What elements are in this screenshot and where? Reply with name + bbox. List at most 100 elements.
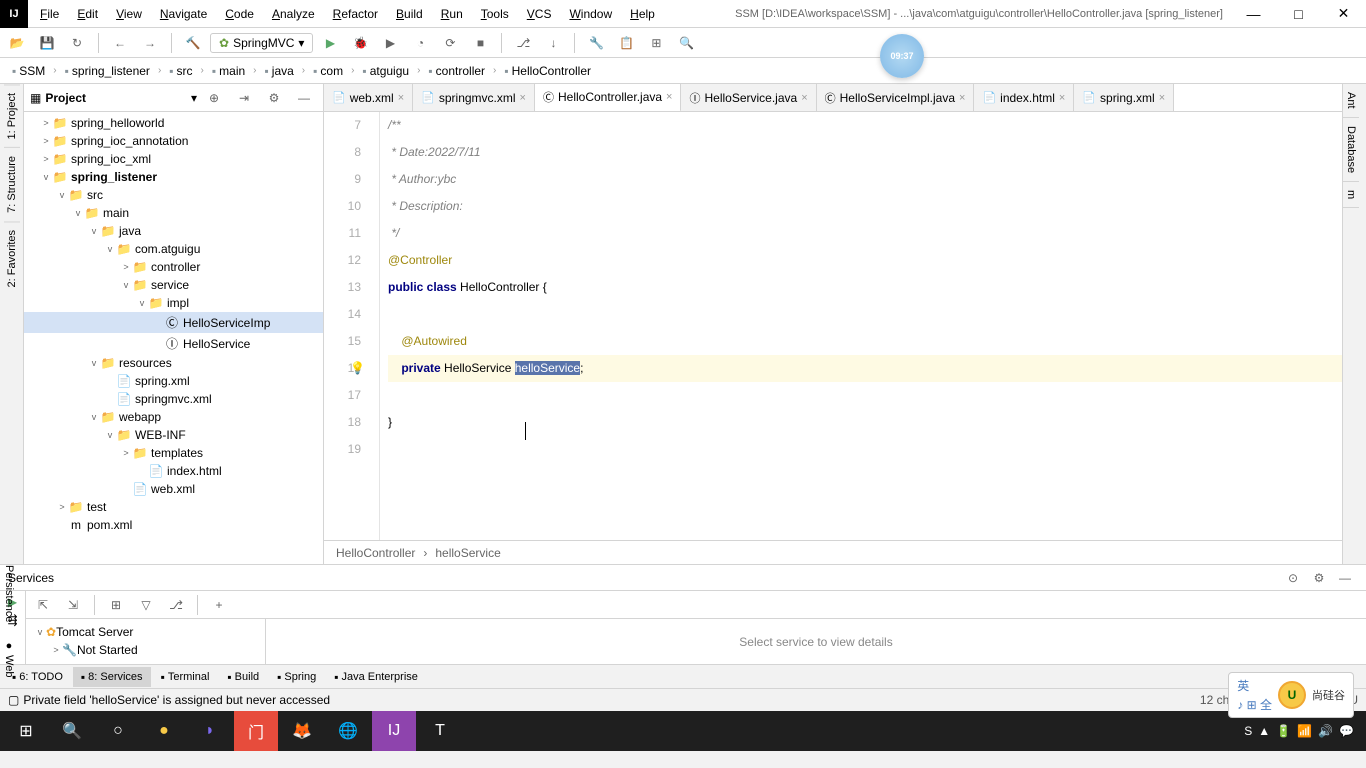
back-icon[interactable]: ← (107, 30, 133, 56)
save-icon[interactable]: 💾 (34, 30, 60, 56)
rail-tab[interactable]: Database (1343, 118, 1359, 182)
maximize-button[interactable]: □ (1276, 0, 1321, 28)
tray-icon[interactable]: S (1244, 724, 1252, 738)
app-icon[interactable]: 门 (234, 711, 278, 751)
breadcrumb-item[interactable]: helloService (435, 546, 500, 560)
locate-icon[interactable]: ⊕ (201, 85, 227, 111)
menu-analyze[interactable]: Analyze (264, 3, 323, 25)
project-tree[interactable]: >📁spring_helloworld>📁spring_ioc_annotati… (24, 112, 323, 564)
app-icon[interactable]: ● (142, 711, 186, 751)
nav-item[interactable]: ▪ main (208, 62, 249, 80)
status-icon[interactable]: ▢ (8, 693, 19, 707)
minimize-icon[interactable]: — (1332, 565, 1358, 591)
tree-item[interactable]: >📁templates (24, 444, 323, 462)
rail-tab[interactable]: Ant (1343, 84, 1359, 118)
nav-item[interactable]: ▪ src (165, 62, 196, 80)
tree-item[interactable]: v📁main (24, 204, 323, 222)
menu-code[interactable]: Code (217, 3, 262, 25)
attach-icon[interactable]: ⟳ (437, 30, 463, 56)
bottom-tab[interactable]: ▪ Build (219, 667, 267, 687)
menu-build[interactable]: Build (388, 3, 431, 25)
group-icon[interactable]: ⊞ (103, 592, 129, 618)
editor-tab[interactable]: 📄web.xml× (324, 84, 413, 112)
tree-item[interactable]: v📁com.atguigu (24, 240, 323, 258)
tree-item[interactable]: v📁spring_listener (24, 168, 323, 186)
tree-item[interactable]: ⒾHelloService (24, 333, 323, 354)
tray-icon[interactable]: 🔊 (1318, 724, 1333, 738)
nav-item[interactable]: ▪ controller (424, 62, 489, 80)
menu-file[interactable]: File (32, 3, 67, 25)
nav-item[interactable]: ▪ HelloController (500, 62, 595, 80)
menu-navigate[interactable]: Navigate (152, 3, 215, 25)
stop-icon[interactable]: ■ (467, 30, 493, 56)
system-tray[interactable]: S ▲ 🔋 📶 🔊 💬 (1244, 724, 1362, 738)
tree-item[interactable]: >📁spring_ioc_xml (24, 150, 323, 168)
bottom-tab[interactable]: ▪ Spring (269, 667, 324, 687)
structure-icon[interactable]: 📋 (613, 30, 639, 56)
tree-item[interactable]: mpom.xml (24, 516, 323, 534)
hide-icon[interactable]: — (291, 85, 317, 111)
tree-item[interactable]: ⒸHelloServiceImp (24, 312, 323, 333)
run-config-select[interactable]: ✿ SpringMVC ▾ (210, 33, 313, 53)
tree-item[interactable]: v📁src (24, 186, 323, 204)
menu-run[interactable]: Run (433, 3, 471, 25)
tree-item[interactable]: >📁test (24, 498, 323, 516)
hammer-icon[interactable]: 🔨 (180, 30, 206, 56)
split-icon[interactable]: ⊞ (643, 30, 669, 56)
lightbulb-icon[interactable]: 💡 (350, 355, 365, 382)
tree-item[interactable]: 📄index.html (24, 462, 323, 480)
tree-item[interactable]: v📁webapp (24, 408, 323, 426)
menu-edit[interactable]: Edit (69, 3, 106, 25)
settings-icon[interactable]: 🔧 (583, 30, 609, 56)
breadcrumb-item[interactable]: HelloController (336, 546, 415, 560)
rail-tab[interactable]: 7: Structure (4, 147, 20, 221)
tree-item[interactable]: 📄spring.xml (24, 372, 323, 390)
tree-item[interactable]: >📁spring_ioc_annotation (24, 132, 323, 150)
tree-item[interactable]: v📁impl (24, 294, 323, 312)
close-icon[interactable]: × (959, 92, 965, 104)
firefox-icon[interactable]: 🦊 (280, 711, 324, 751)
rail-tab[interactable]: m (1343, 182, 1359, 208)
collapse-icon[interactable]: ⇲ (60, 592, 86, 618)
menu-vcs[interactable]: VCS (519, 3, 560, 25)
editor-tab[interactable]: ⒸHelloController.java× (535, 84, 682, 112)
rail-tab[interactable]: 1: Project (4, 84, 20, 147)
rail-web[interactable]: ● Web (3, 640, 15, 677)
add-icon[interactable]: + (206, 592, 232, 618)
close-icon[interactable]: × (666, 91, 672, 103)
editor-tab[interactable]: ⒸHelloServiceImpl.java× (817, 84, 975, 112)
nav-item[interactable]: ▪ spring_listener (61, 62, 154, 80)
tree-item[interactable]: 📄springmvc.xml (24, 390, 323, 408)
tree-item[interactable]: v📁WEB-INF (24, 426, 323, 444)
nav-item[interactable]: ▪ atguigu (358, 62, 413, 80)
settings-gear-icon[interactable]: ⚙ (261, 85, 287, 111)
search-icon[interactable]: 🔍 (673, 30, 699, 56)
close-icon[interactable]: × (520, 92, 526, 104)
nav-item[interactable]: ▪ com (309, 62, 347, 80)
menu-help[interactable]: Help (622, 3, 663, 25)
close-icon[interactable]: × (398, 92, 404, 104)
tray-icon[interactable]: 🔋 (1276, 724, 1291, 738)
editor-tab[interactable]: 📄index.html× (974, 84, 1074, 112)
nav-item[interactable]: ▪ SSM (8, 62, 49, 80)
tree-item[interactable]: v📁resources (24, 354, 323, 372)
bottom-tab[interactable]: ▪ Java Enterprise (326, 667, 426, 687)
debug-icon[interactable]: 🐞 (347, 30, 373, 56)
code-area[interactable]: /** * Date:2022/7/11 * Author:ybc * Desc… (380, 112, 1342, 540)
close-button[interactable]: ✕ (1321, 0, 1366, 28)
close-icon[interactable]: × (801, 92, 807, 104)
tree-item[interactable]: >📁spring_helloworld (24, 114, 323, 132)
rail-tab[interactable]: 2: Favorites (4, 221, 20, 295)
editor-tab[interactable]: ⒾHelloService.java× (681, 84, 816, 112)
tree-item[interactable]: v📁java (24, 222, 323, 240)
editor-tab[interactable]: 📄springmvc.xml× (413, 84, 535, 112)
run-icon[interactable]: ▶ (317, 30, 343, 56)
bottom-tab[interactable]: ▪ Terminal (153, 667, 218, 687)
tree-item[interactable]: v📁service (24, 276, 323, 294)
nav-item[interactable]: ▪ java (261, 62, 298, 80)
collapse-icon[interactable]: ⇥ (231, 85, 257, 111)
menu-refactor[interactable]: Refactor (325, 3, 386, 25)
menu-tools[interactable]: Tools (473, 3, 517, 25)
sync-icon[interactable]: ↻ (64, 30, 90, 56)
forward-icon[interactable]: → (137, 30, 163, 56)
